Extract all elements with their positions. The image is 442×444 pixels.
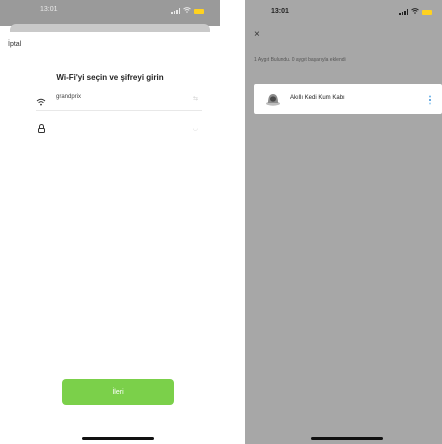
wifi-icon (36, 94, 46, 106)
battery-icon (194, 8, 204, 14)
status-icons (399, 8, 432, 16)
devices-found-text: 1 Aygıt Bulundu. 0 aygıt başarıyla eklen… (254, 57, 346, 63)
home-indicator (82, 437, 154, 440)
swap-icon[interactable]: ⇆ (193, 95, 198, 102)
device-card[interactable]: Akıllı Kedi Kum Kabı (254, 84, 442, 114)
signal-icon (171, 8, 180, 14)
status-time: 13:01 (271, 8, 289, 15)
status-icons (171, 7, 204, 15)
wifi-icon (411, 8, 419, 16)
loading-icon (427, 93, 433, 105)
password-row[interactable]: ◡ (36, 118, 202, 140)
next-button[interactable]: İleri (62, 379, 174, 405)
wifi-icon (183, 7, 191, 15)
eye-icon[interactable]: ◡ (193, 125, 198, 132)
page-title: Wi-Fi'yi seçin ve şifreyi girin (56, 73, 164, 82)
wifi-setup-screen: 13:01 İptal Wi-Fi'yi seçin ve şifreyi gi… (0, 0, 220, 444)
device-found-screen: 13:01 × 1 Aygıt Bulundu. 0 aygıt başarıy… (245, 0, 442, 444)
close-icon[interactable]: × (254, 30, 260, 40)
litter-box-icon (265, 91, 281, 107)
home-indicator (311, 437, 383, 440)
wifi-ssid-row[interactable]: grandprix ⇆ (36, 88, 202, 111)
signal-icon (399, 9, 408, 15)
device-name: Akıllı Kedi Kum Kabı (290, 95, 345, 101)
sheet-edge (10, 24, 210, 32)
cancel-button[interactable]: İptal (8, 41, 21, 48)
wifi-ssid-input[interactable]: grandprix (56, 94, 81, 100)
battery-icon (422, 9, 432, 15)
status-time: 13:01 (40, 6, 58, 13)
